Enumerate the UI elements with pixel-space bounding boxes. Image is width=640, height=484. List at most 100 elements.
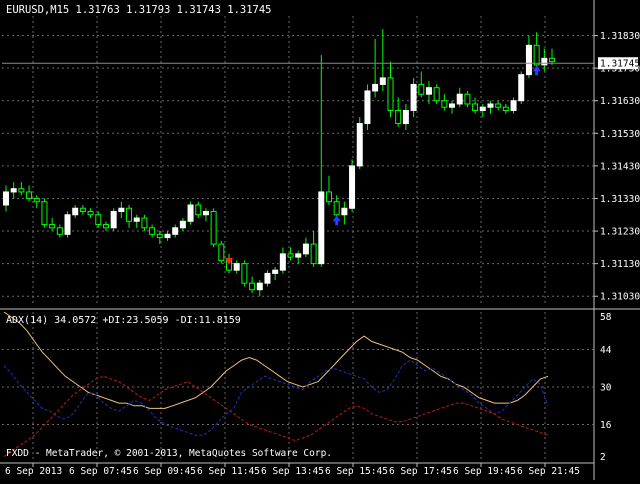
- bull-candle: [510, 100, 517, 111]
- bull-candle: [233, 263, 240, 271]
- bear-candle: [87, 211, 94, 216]
- bull-candle: [133, 217, 140, 222]
- bull-candle: [372, 83, 379, 92]
- time-label: 6 Sep 2013: [5, 466, 62, 477]
- bear-candle: [79, 207, 86, 213]
- bull-candle: [202, 211, 209, 216]
- time-label: 6 Sep 19:45: [453, 466, 516, 477]
- bear-candle: [41, 201, 48, 226]
- bull-candle: [518, 74, 525, 102]
- bear-candle: [56, 227, 63, 235]
- signal-arrows: [225, 65, 541, 265]
- bull-candle: [402, 109, 409, 125]
- bull-candle: [118, 207, 125, 213]
- price-label: 1.31630: [600, 96, 640, 107]
- bear-candle: [26, 191, 33, 199]
- bear-candle: [333, 201, 340, 216]
- bull-candle: [10, 188, 17, 193]
- adx-level-label: 2: [600, 452, 606, 463]
- bull-candle: [341, 207, 348, 216]
- bear-candle: [387, 77, 394, 111]
- chart-title: EURUSD,M15 1.31763 1.31793 1.31743 1.317…: [6, 4, 272, 16]
- bull-candle: [64, 214, 71, 235]
- plus-di-line: [3, 359, 549, 436]
- bull-candle: [279, 253, 286, 271]
- buy-arrow-icon: [332, 215, 341, 226]
- bear-candle: [210, 211, 217, 245]
- bear-candle: [49, 224, 56, 229]
- bull-candle: [318, 191, 325, 265]
- price-label: 1.31230: [600, 227, 640, 238]
- bear-candle: [241, 263, 248, 284]
- price-scale[interactable]: 1.318301.317301.316301.315301.314301.313…: [593, 0, 640, 480]
- bear-candle: [495, 103, 502, 108]
- bear-candle: [126, 207, 133, 222]
- price-label: 1.31030: [600, 292, 640, 303]
- bear-candle: [195, 204, 202, 216]
- current-price-label: 1.31745: [600, 59, 640, 70]
- time-label: 6 Sep 15:45: [325, 466, 388, 477]
- bull-candle: [456, 93, 463, 105]
- price-label: 1.31130: [600, 259, 640, 270]
- buy-arrow-icon: [532, 65, 541, 76]
- current-price-tag: 1.31745: [598, 57, 640, 70]
- bear-candle: [549, 57, 555, 63]
- time-axis[interactable]: 6 Sep 2013 6 Sep 07:45 6 Sep 09:45 6 Sep 11…: [0, 462, 594, 477]
- bull-candle: [541, 57, 548, 66]
- price-label: 1.31430: [600, 161, 640, 172]
- bull-candle: [410, 83, 417, 111]
- adx-panel[interactable]: ADX(14) 34.0572 +DI:23.5059 -DI:11.8159 …: [2, 311, 594, 462]
- bull-candle: [295, 253, 302, 258]
- bull-candle: [256, 282, 263, 291]
- metatrader-chart-window[interactable]: EURUSD,M15 1.31763 1.31793 1.31743 1.317…: [0, 0, 640, 480]
- bear-candle: [325, 191, 332, 203]
- bear-candle: [249, 282, 256, 291]
- bear-candle: [502, 106, 509, 111]
- bull-candle: [349, 165, 356, 209]
- bull-candle: [487, 103, 494, 108]
- adx-level-label: 58: [600, 312, 612, 323]
- time-label: 6 Sep 21:45: [517, 466, 580, 477]
- chart-canvas[interactable]: EURUSD,M15 1.31763 1.31793 1.31743 1.317…: [0, 0, 640, 480]
- copyright-text: FXDD - MetaTrader, © 2001-2013, MetaQuot…: [6, 448, 332, 459]
- adx-level-label: 30: [600, 383, 612, 394]
- adx-level-label: 16: [600, 420, 612, 431]
- bull-candle: [110, 211, 117, 229]
- bull-candle: [302, 243, 309, 255]
- bull-candle: [172, 227, 179, 235]
- candlestick-series: [3, 29, 555, 297]
- bear-candle: [441, 100, 448, 108]
- bull-candle: [187, 204, 194, 222]
- bull-candle: [525, 44, 532, 76]
- bull-candle: [364, 90, 371, 125]
- price-label: 1.31830: [600, 31, 640, 42]
- bear-candle: [102, 224, 109, 229]
- bear-candle: [533, 44, 540, 66]
- time-label: 6 Sep 13:45: [261, 466, 324, 477]
- bear-candle: [433, 87, 440, 102]
- price-panel[interactable]: EURUSD,M15 1.31763 1.31793 1.31743 1.317…: [2, 4, 594, 306]
- bear-candle: [472, 103, 479, 111]
- time-label: 6 Sep 17:45: [389, 466, 452, 477]
- bear-candle: [418, 83, 425, 95]
- bull-candle: [72, 207, 79, 216]
- bear-candle: [156, 233, 163, 239]
- bear-candle: [310, 243, 317, 265]
- bear-candle: [287, 253, 294, 258]
- bull-candle: [479, 106, 486, 111]
- bull-candle: [425, 87, 432, 95]
- bull-candle: [264, 272, 271, 284]
- indicator-title: ADX(14) 34.0572 +DI:23.5059 -DI:11.8159: [6, 315, 241, 326]
- bear-candle: [18, 188, 25, 193]
- adx-level-label: 44: [600, 345, 612, 356]
- bear-candle: [464, 93, 471, 105]
- bear-candle: [33, 197, 40, 203]
- bear-candle: [218, 243, 225, 261]
- adx-scale[interactable]: 58 44 30 16 2: [600, 312, 612, 463]
- price-label: 1.31530: [600, 129, 640, 140]
- time-label: 6 Sep 09:45: [133, 466, 196, 477]
- bull-candle: [379, 77, 386, 85]
- bull-candle: [272, 269, 279, 274]
- price-label: 1.31330: [600, 194, 640, 205]
- time-label: 6 Sep 11:45: [197, 466, 260, 477]
